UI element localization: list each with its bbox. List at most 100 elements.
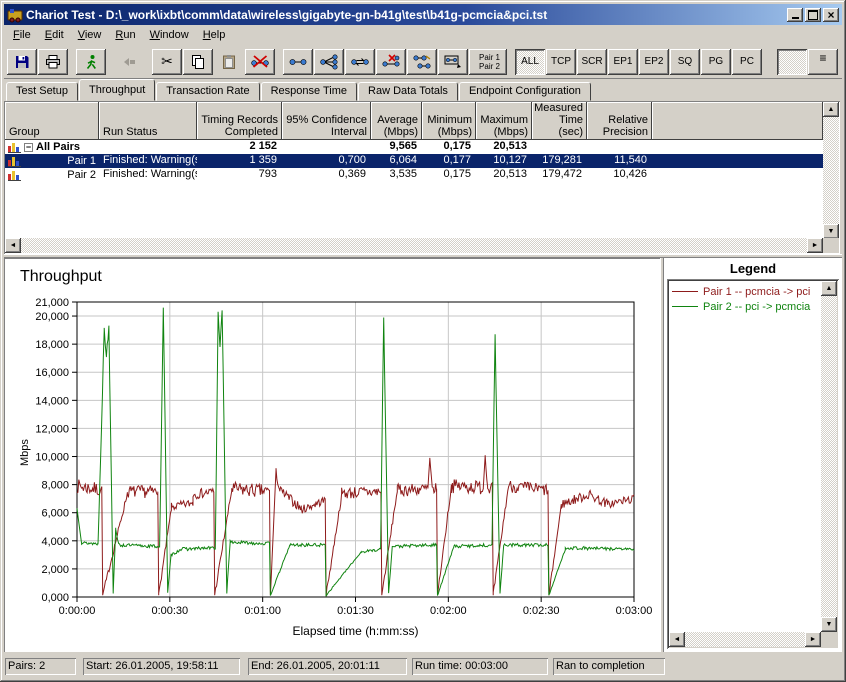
- tree-collapse-icon[interactable]: −: [24, 143, 33, 152]
- scroll-track[interactable]: [821, 296, 837, 617]
- save-button[interactable]: [7, 49, 37, 75]
- title-bar[interactable]: Chariot Test - D:\_work\ixbt\comm\data\w…: [4, 4, 842, 25]
- col-timing-records[interactable]: Timing Records Completed: [197, 102, 282, 140]
- col-group[interactable]: Group: [5, 102, 99, 140]
- toggle-grid-button[interactable]: [777, 49, 807, 75]
- svg-text:0:00:00: 0:00:00: [59, 605, 96, 617]
- tab-response-time[interactable]: Response Time: [261, 82, 357, 101]
- scroll-track[interactable]: [823, 117, 839, 224]
- filter-pc-button[interactable]: PC: [732, 49, 762, 75]
- menu-edit[interactable]: Edit: [38, 27, 71, 43]
- tab-throughput[interactable]: Throughput: [79, 79, 155, 101]
- swap-pair-endpoints-button[interactable]: Pair 1 Pair 2: [469, 49, 507, 75]
- svg-text:10,000: 10,000: [35, 452, 69, 464]
- scroll-right-button[interactable]: ►: [807, 238, 823, 253]
- delete-multiple-pairs-button[interactable]: [376, 49, 406, 75]
- up-arrow-icon: ▲: [826, 285, 833, 292]
- scroll-left-button[interactable]: ◄: [5, 238, 21, 253]
- filter-scr-button[interactable]: SCR: [577, 49, 607, 75]
- svg-text:21,000: 21,000: [35, 297, 69, 309]
- filter-ep2-button[interactable]: EP2: [639, 49, 669, 75]
- down-arrow-icon: ▼: [828, 228, 835, 235]
- svg-text:12,000: 12,000: [35, 423, 69, 435]
- legend-vertical-scrollbar[interactable]: ▲ ▼: [821, 281, 837, 632]
- scroll-down-button[interactable]: ▼: [821, 617, 837, 632]
- copy-button[interactable]: [183, 49, 213, 75]
- legend-horizontal-scrollbar[interactable]: ◄ ►: [669, 632, 821, 647]
- throughput-chart: 0,0002,0004,0006,0008,00010,00012,00014,…: [4, 258, 660, 652]
- find-pairs-button[interactable]: [407, 49, 437, 75]
- svg-text:8,000: 8,000: [41, 480, 69, 492]
- table-horizontal-scrollbar[interactable]: ◄ ►: [5, 238, 823, 253]
- col-maximum[interactable]: Maximum (Mbps): [476, 102, 532, 140]
- svg-text:0:01:00: 0:01:00: [244, 605, 281, 617]
- menu-view[interactable]: View: [71, 27, 109, 43]
- filter-sq-button[interactable]: SQ: [670, 49, 700, 75]
- tab-test-setup[interactable]: Test Setup: [6, 82, 78, 101]
- pair2-label: Pair 2: [479, 62, 500, 71]
- scroll-left-button[interactable]: ◄: [669, 632, 685, 647]
- filter-ep1-button[interactable]: EP1: [608, 49, 638, 75]
- scroll-track[interactable]: [21, 238, 807, 253]
- menu-window[interactable]: Window: [143, 27, 196, 43]
- table-row-all-pairs[interactable]: − All Pairs 2 152 9,565 0,175 20,513: [5, 140, 823, 154]
- col-minimum[interactable]: Minimum (Mbps): [422, 102, 476, 140]
- maximize-button[interactable]: [805, 8, 821, 22]
- scroll-track[interactable]: [685, 632, 805, 647]
- show-titles-button[interactable]: ≡: [808, 49, 838, 75]
- copy-icon: [190, 54, 206, 70]
- replicate-pair-button[interactable]: [438, 49, 468, 75]
- delete-multiple-pairs-icon: [381, 54, 401, 70]
- scroll-up-button[interactable]: ▲: [821, 281, 837, 296]
- svg-text:18,000: 18,000: [35, 339, 69, 351]
- pair-chart-icon: [8, 156, 21, 167]
- cut-button[interactable]: ✂: [152, 49, 182, 75]
- close-button[interactable]: ×: [823, 8, 839, 22]
- menu-run[interactable]: Run: [108, 27, 142, 43]
- add-pair-button[interactable]: [283, 49, 313, 75]
- scroll-right-button[interactable]: ►: [805, 632, 821, 647]
- menu-help[interactable]: Help: [196, 27, 233, 43]
- scroll-up-button[interactable]: ▲: [823, 102, 839, 117]
- delete-pair-button[interactable]: [245, 49, 275, 75]
- filter-tcp-button[interactable]: TCP: [546, 49, 576, 75]
- filter-pg-button[interactable]: PG: [701, 49, 731, 75]
- filter-all-button[interactable]: ALL: [515, 49, 545, 75]
- col-measured-time[interactable]: Measured Time (sec): [532, 102, 587, 140]
- pair-chart-icon: [8, 170, 21, 181]
- legend-line-sample: [672, 306, 698, 307]
- svg-text:16,000: 16,000: [35, 367, 69, 379]
- chart-title: Throughput: [20, 268, 102, 286]
- print-button[interactable]: [38, 49, 68, 75]
- table-row-pair2[interactable]: Pair 2 Finished: Warning(s) 793 0,369 3,…: [5, 168, 823, 182]
- status-run-result: Ran to completion: [553, 658, 665, 675]
- table-row-pair1[interactable]: Pair 1 Finished: Warning(s) 1 359 0,700 …: [5, 154, 823, 168]
- legend-list: Pair 1 -- pcmcia -> pci Pair 2 -- pci ->…: [667, 279, 839, 649]
- legend-item-label: Pair 1 -- pcmcia -> pci: [703, 286, 810, 298]
- legend-title: Legend: [664, 261, 842, 276]
- tab-transaction-rate[interactable]: Transaction Rate: [156, 82, 259, 101]
- run-icon: [83, 54, 99, 70]
- tab-raw-data-totals[interactable]: Raw Data Totals: [358, 82, 458, 101]
- right-arrow-icon: ►: [812, 242, 819, 249]
- status-end-time: End: 26.01.2005, 20:01:11: [248, 658, 407, 675]
- menu-bar: File Edit View Run Window Help: [4, 25, 842, 44]
- tab-endpoint-configuration[interactable]: Endpoint Configuration: [459, 82, 591, 101]
- menu-file[interactable]: File: [6, 27, 38, 43]
- scissors-icon: ✂: [161, 53, 173, 70]
- edit-pair-button[interactable]: [345, 49, 375, 75]
- col-average[interactable]: Average (Mbps): [371, 102, 422, 140]
- legend-item-pair1[interactable]: Pair 1 -- pcmcia -> pci: [667, 284, 839, 299]
- table-vertical-scrollbar[interactable]: ▲ ▼: [823, 102, 839, 239]
- legend-item-pair2[interactable]: Pair 2 -- pci -> pcmcia: [667, 299, 839, 314]
- paste-button: [214, 49, 244, 75]
- col-run-status[interactable]: Run Status: [99, 102, 197, 140]
- col-confidence[interactable]: 95% Confidence Interval: [282, 102, 371, 140]
- run-test-button[interactable]: [76, 49, 106, 75]
- stop-icon: [121, 54, 137, 70]
- col-relative-precision[interactable]: Relative Precision: [587, 102, 652, 140]
- add-multiple-pairs-button[interactable]: [314, 49, 344, 75]
- minimize-button[interactable]: [787, 8, 803, 22]
- paste-icon: [221, 54, 237, 70]
- scroll-down-button[interactable]: ▼: [823, 224, 839, 239]
